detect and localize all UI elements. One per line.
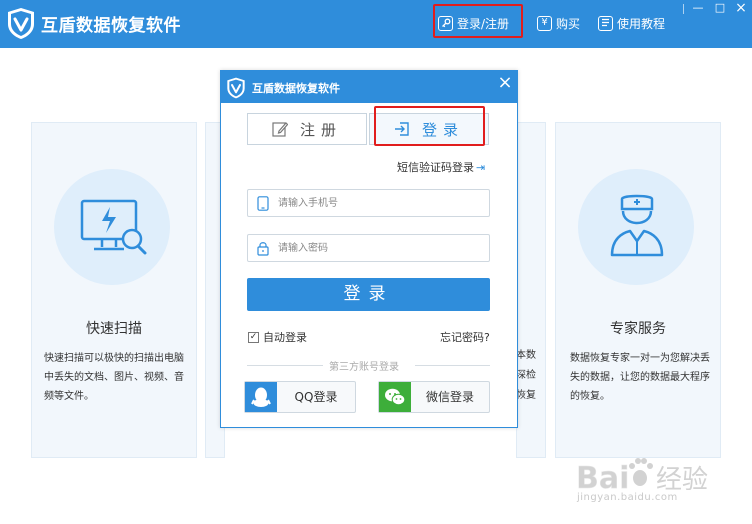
feature-card-partial — [516, 122, 546, 458]
tab-login-label: 登录 — [421, 120, 464, 139]
third-party-label: 第三方账号登录 — [329, 362, 399, 373]
wechat-login-button[interactable]: 微信登录 — [378, 381, 490, 413]
tab-register[interactable]: 注册 — [247, 113, 367, 145]
card-title: 快速扫描 — [86, 321, 142, 337]
watermark-url: jingyan.baidu.com — [577, 492, 678, 503]
checkbox-checked-icon[interactable]: ✓ — [248, 331, 259, 343]
card-icon-circle — [578, 169, 694, 285]
nurse-expert-icon — [610, 194, 664, 257]
app-title: 互盾数据恢复软件 — [41, 16, 181, 36]
wechat-icon — [379, 382, 411, 412]
login-dialog: 互盾数据恢复软件 × 注册 登录 短信验证码登录⇥ 登录 — [220, 70, 518, 428]
minimize-button[interactable]: — — [691, 2, 705, 16]
phone-input[interactable] — [278, 190, 483, 216]
login-arrow-icon: ⇥ — [476, 161, 486, 174]
qq-login-label: QQ登录 — [294, 390, 338, 404]
qq-penguin-icon — [245, 382, 277, 412]
auto-login-checkbox[interactable]: ✓ 自动登录 — [248, 329, 307, 345]
lock-icon — [257, 242, 269, 256]
app-logo-icon — [8, 8, 34, 39]
dialog-header: 互盾数据恢复软件 × — [221, 71, 517, 103]
maximize-button[interactable]: □ — [713, 2, 727, 16]
feature-card-quick-scan[interactable]: 快速扫描 快速扫描可以极快的扫描出电脑中丢失的文档、图片、视频、音频等文件。 — [31, 122, 197, 458]
monitor-scan-icon — [80, 199, 147, 255]
title-bar: 互盾数据恢复软件 登录/注册 ¥ 购买 使用教程 — □ × — [0, 0, 752, 48]
wechat-login-label: 微信登录 — [425, 390, 474, 404]
baidu-jingyan-watermark-logo: Bai 经验 — [576, 458, 708, 496]
divider-line — [415, 365, 490, 366]
qq-login-button[interactable]: QQ登录 — [244, 381, 356, 413]
partial-card-text: 深检 — [516, 370, 536, 381]
card-icon-circle — [54, 169, 170, 285]
sms-login-label: 短信验证码登录 — [397, 161, 474, 174]
login-enter-icon — [394, 122, 409, 136]
auto-login-label: 自动登录 — [263, 331, 307, 344]
window-controls-separator — [683, 4, 684, 14]
svg-text:经验: 经验 — [656, 465, 708, 495]
card-title: 专家服务 — [610, 321, 666, 337]
password-field[interactable] — [247, 234, 490, 262]
divider-line — [247, 365, 323, 366]
book-icon — [598, 15, 613, 31]
edit-icon — [272, 122, 288, 137]
tutorial-label: 使用教程 — [617, 16, 666, 31]
dialog-close-button[interactable]: × — [496, 74, 514, 94]
card-description: 快速扫描可以极快的扫描出电脑中丢失的文档、图片、视频、音频等文件。 — [44, 353, 184, 402]
phone-field[interactable] — [247, 189, 490, 217]
tab-register-label: 注册 — [299, 120, 342, 139]
yen-icon: ¥ — [537, 15, 552, 31]
login-submit-button[interactable]: 登录 — [247, 278, 490, 311]
tutorial-button[interactable]: 使用教程 — [598, 13, 665, 33]
buy-button[interactable]: ¥ 购买 — [537, 13, 580, 33]
app-logo-icon — [227, 77, 245, 99]
highlight-box-login-nav — [433, 4, 523, 38]
dialog-title: 互盾数据恢复软件 — [252, 82, 340, 95]
svg-text:Bai: Bai — [576, 461, 629, 496]
feature-card-expert-service[interactable]: 专家服务 数据恢复专家一对一为您解决丢失的数据，让您的数据最大程序的恢复。 — [555, 122, 721, 458]
tab-login[interactable]: 登录 — [369, 113, 489, 145]
partial-card-text: 恢复 — [516, 390, 536, 401]
phone-icon — [257, 196, 269, 211]
forgot-password-link[interactable]: 忘记密码? — [440, 329, 490, 345]
partial-card-text: 本数 — [516, 350, 536, 361]
card-description: 数据恢复专家一对一为您解决丢失的数据，让您的数据最大程序的恢复。 — [570, 353, 710, 402]
sms-login-link[interactable]: 短信验证码登录 ⇥ — [397, 159, 485, 175]
password-input[interactable] — [278, 235, 483, 261]
close-window-button[interactable]: × — [734, 1, 748, 16]
buy-label: 购买 — [556, 16, 581, 31]
